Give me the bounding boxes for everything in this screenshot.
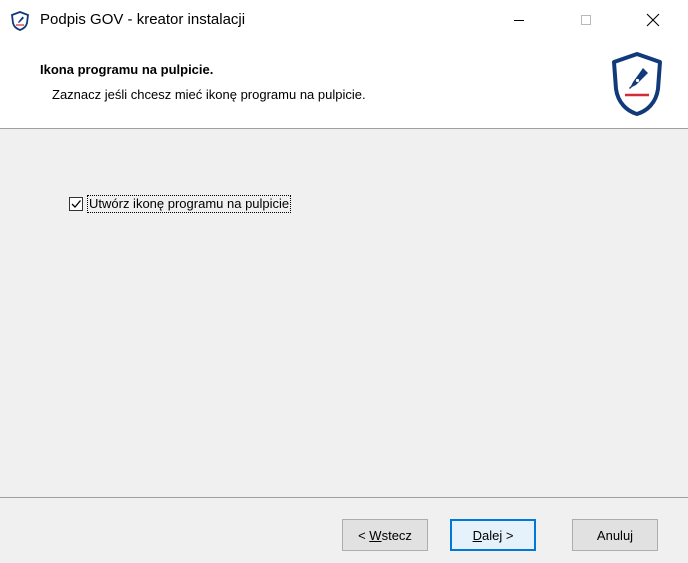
cancel-button[interactable]: Anuluj bbox=[572, 519, 658, 551]
close-icon bbox=[646, 13, 660, 27]
page-title: Ikona programu na pulpicie. bbox=[40, 62, 214, 77]
installer-window: Podpis GOV - kreator instalacji Ikona pr… bbox=[0, 0, 688, 563]
maximize-icon bbox=[581, 15, 591, 25]
desktop-icon-checkbox[interactable] bbox=[69, 197, 83, 211]
maximize-button[interactable] bbox=[563, 0, 609, 40]
cancel-button-label: Anuluj bbox=[596, 527, 634, 543]
next-button-rest: alej > bbox=[481, 527, 514, 543]
window-title: Podpis GOV - kreator instalacji bbox=[40, 11, 246, 28]
app-shield-icon bbox=[11, 11, 29, 31]
checkmark-icon bbox=[71, 200, 81, 208]
next-button[interactable]: Dalej > bbox=[450, 519, 536, 551]
wizard-content: Utwórz ikonę programu na pulpicie bbox=[0, 129, 688, 498]
wizard-header: Ikona programu na pulpicie. Zaznacz jeśl… bbox=[0, 40, 688, 129]
title-bar[interactable]: Podpis GOV - kreator instalacji bbox=[0, 0, 688, 40]
page-subtitle: Zaznacz jeśli chcesz mieć ikonę programu… bbox=[52, 87, 366, 102]
back-button-prefix: < bbox=[358, 527, 370, 543]
podpis-gov-logo bbox=[612, 52, 662, 116]
back-button-accel: W bbox=[369, 527, 382, 543]
desktop-icon-option[interactable]: Utwórz ikonę programu na pulpicie bbox=[69, 195, 292, 213]
back-button[interactable]: < Wstecz bbox=[342, 519, 428, 551]
minimize-icon bbox=[514, 20, 524, 21]
minimize-button[interactable] bbox=[496, 0, 542, 40]
close-button[interactable] bbox=[630, 0, 676, 40]
desktop-icon-label[interactable]: Utwórz ikonę programu na pulpicie bbox=[86, 195, 292, 213]
next-button-accel: D bbox=[472, 527, 482, 543]
footer-divider bbox=[0, 497, 688, 498]
back-button-rest: stecz bbox=[381, 527, 412, 543]
